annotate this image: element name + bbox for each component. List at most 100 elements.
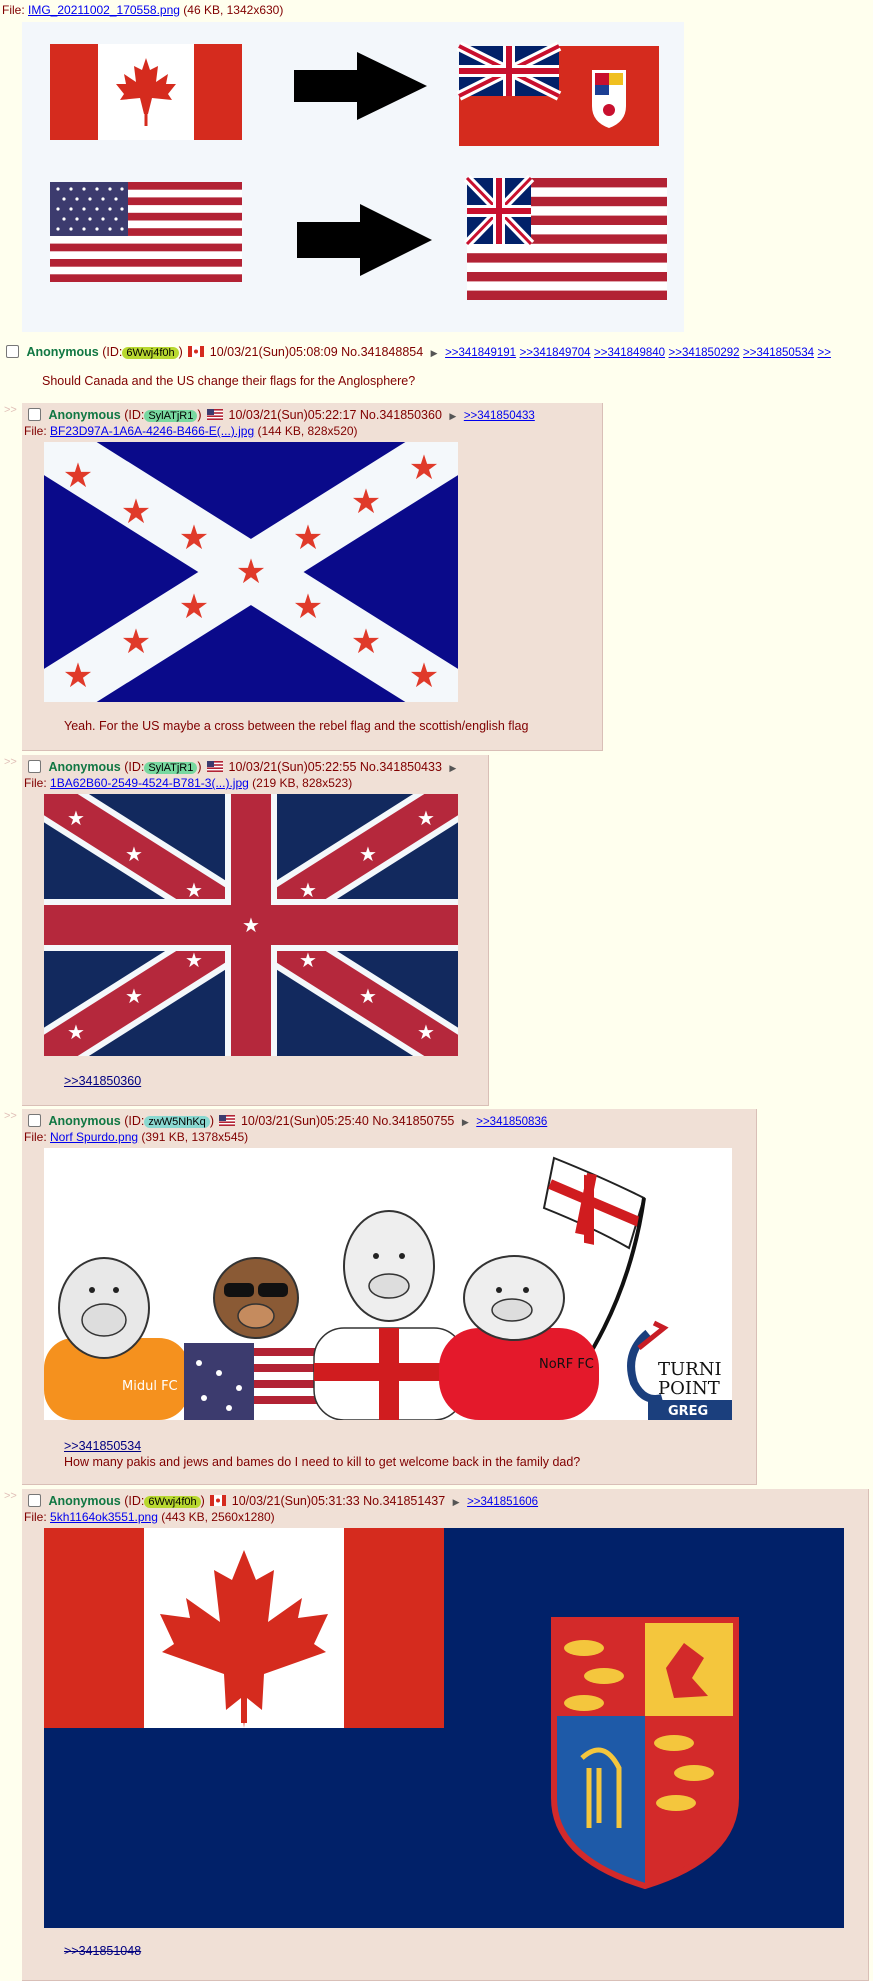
id-suffix: ): [197, 760, 202, 774]
reply-link[interactable]: >>341850534: [743, 347, 814, 359]
svg-text:★: ★: [67, 1020, 85, 1044]
reply-link[interactable]: >>341849704: [520, 347, 591, 359]
svg-text:★: ★: [236, 552, 266, 592]
svg-text:★: ★: [417, 1020, 435, 1044]
post-message: How many pakis and jews and bames do I n…: [64, 1455, 581, 1469]
post-file-info: File: BF23D97A-1A6A-4246-B466-E(...).jpg…: [24, 424, 358, 438]
poster-id[interactable]: SylATjR1: [144, 762, 198, 774]
grand-union-flag-image: [463, 174, 667, 300]
svg-text:★: ★: [351, 482, 381, 522]
menu-arrow-icon[interactable]: ▶: [449, 411, 456, 421]
post-datetime: 10/03/21(Sun)05:31:33: [231, 1494, 360, 1508]
reply-arrows: >>: [4, 1490, 17, 1502]
post-image[interactable]: Midul FC NoRF FC TURNI POINT GREG: [44, 1148, 732, 1420]
arrow-right-icon: [297, 204, 432, 276]
royal-arms-shield: [551, 1617, 739, 1890]
post-datetime: 10/03/21(Sun)05:08:09: [209, 345, 338, 359]
post-checkbox[interactable]: [28, 760, 41, 773]
post-image[interactable]: ★ ★ ★ ★ ★ ★ ★ ★ ★ ★ ★ ★ ★: [44, 794, 458, 1056]
poster-id[interactable]: 6Wwj4f0h: [144, 1496, 201, 1508]
reply-post: Anonymous (ID: SylATjR1) 10/03/21(Sun)05:…: [22, 755, 489, 1106]
svg-text:★: ★: [185, 878, 203, 902]
shirt-text: Midul FC: [122, 1379, 178, 1394]
post-number[interactable]: No.341850360: [360, 408, 442, 422]
backlink[interactable]: >>341850836: [476, 1116, 547, 1128]
poster-name: Anonymous: [48, 408, 121, 422]
post-header: Anonymous (ID: SylATjR1) 10/03/21(Sun)05:…: [28, 408, 535, 422]
svg-text:★: ★: [417, 806, 435, 830]
svg-text:★: ★: [299, 948, 317, 972]
us-flag-icon: [219, 1115, 236, 1126]
svg-text:★: ★: [299, 878, 317, 902]
op-image[interactable]: [22, 22, 684, 332]
svg-text:★: ★: [293, 587, 323, 627]
post-datetime: 10/03/21(Sun)05:25:40: [240, 1114, 369, 1128]
backlink[interactable]: >>341850433: [464, 410, 535, 422]
us-flag-icon: [207, 761, 224, 772]
post-header: Anonymous (ID: zwW5NhKq) 10/03/21(Sun)05:…: [28, 1114, 547, 1128]
id-prefix: (ID:: [102, 345, 123, 359]
reply-post: Anonymous (ID: SylATjR1) 10/03/21(Sun)05:…: [22, 403, 603, 751]
quote-link[interactable]: >>341850360: [64, 1074, 141, 1088]
quote-link[interactable]: >>341850534: [64, 1439, 141, 1453]
backlink[interactable]: >>341851606: [467, 1496, 538, 1508]
post-image[interactable]: ★ ★ ★ ★ ★ ★ ★ ★ ★ ★ ★ ★ ★: [44, 442, 458, 702]
file-link[interactable]: 1BA62B60-2549-4524-B781-3(...).jpg: [50, 776, 249, 790]
poster-id[interactable]: 6Wwj4f0h: [122, 347, 179, 359]
menu-arrow-icon[interactable]: ▶: [453, 1497, 460, 1507]
post-image[interactable]: [44, 1528, 844, 1928]
post-number[interactable]: No.341848854: [341, 345, 423, 359]
op-file-link[interactable]: IMG_20211002_170558.png: [28, 3, 180, 17]
svg-text:★: ★: [63, 456, 93, 496]
quote-link[interactable]: >>341851048: [64, 1944, 141, 1958]
file-link[interactable]: 5kh1164ok3551.png: [50, 1510, 158, 1524]
menu-arrow-icon[interactable]: ▶: [462, 1117, 469, 1127]
svg-text:★: ★: [179, 587, 209, 627]
poster-id[interactable]: zwW5NhKq: [144, 1116, 210, 1128]
canada-blue-ensign-image: [44, 1528, 844, 1928]
file-meta: (443 KB, 2560x1280): [161, 1510, 275, 1524]
logo-text: GREG: [668, 1404, 708, 1419]
us-flag-icon: [207, 409, 224, 420]
svg-text:★: ★: [121, 622, 151, 662]
menu-arrow-icon[interactable]: ▶: [431, 348, 438, 358]
post-number[interactable]: No.341850755: [372, 1114, 454, 1128]
file-label: File:: [2, 3, 25, 17]
file-link[interactable]: Norf Spurdo.png: [50, 1130, 138, 1144]
svg-text:★: ★: [125, 984, 143, 1008]
op-checkbox[interactable]: [6, 345, 19, 358]
post-checkbox[interactable]: [28, 1114, 41, 1127]
canadian-red-ensign-image: [456, 41, 659, 146]
post-datetime: 10/03/21(Sun)05:22:17: [228, 408, 357, 422]
post-quote: >>341850360: [64, 1074, 141, 1088]
svg-text:★: ★: [185, 948, 203, 972]
svg-text:★: ★: [242, 913, 260, 937]
reply-link[interactable]: >>341849191: [445, 347, 516, 359]
file-label: File:: [24, 1130, 47, 1144]
post-header: Anonymous (ID: SylATjR1) 10/03/21(Sun)05:…: [28, 760, 460, 774]
svg-text:★: ★: [359, 842, 377, 866]
file-meta: (391 KB, 1378x545): [141, 1130, 249, 1144]
union-star-flag-image: ★ ★ ★ ★ ★ ★ ★ ★ ★ ★ ★ ★ ★: [44, 794, 458, 1056]
poster-id[interactable]: SylATjR1: [144, 410, 198, 422]
poster-name: Anonymous: [48, 760, 121, 774]
reply-post: Anonymous (ID: zwW5NhKq) 10/03/21(Sun)05:…: [22, 1109, 757, 1485]
reply-link[interactable]: >>: [818, 347, 831, 359]
reply-link[interactable]: >>341849840: [594, 347, 665, 359]
post-number[interactable]: No.341850433: [360, 760, 442, 774]
reply-post: Anonymous (ID: 6Wwj4f0h) 10/03/21(Sun)05:…: [22, 1489, 869, 1981]
post-header: Anonymous (ID: 6Wwj4f0h) 10/03/21(Sun)05:…: [28, 1494, 538, 1508]
menu-arrow-icon[interactable]: ▶: [449, 763, 456, 773]
post-number[interactable]: No.341851437: [363, 1494, 445, 1508]
id-prefix: (ID:: [124, 408, 145, 422]
id-suffix: ): [200, 1494, 205, 1508]
id-suffix: ): [197, 408, 202, 422]
file-link[interactable]: BF23D97A-1A6A-4246-B466-E(...).jpg: [50, 424, 254, 438]
reply-arrows: >>: [4, 756, 17, 768]
reply-link[interactable]: >>341850292: [669, 347, 740, 359]
file-meta: (144 KB, 828x520): [257, 424, 358, 438]
poster-name: Anonymous: [26, 345, 99, 359]
post-checkbox[interactable]: [28, 1494, 41, 1507]
post-checkbox[interactable]: [28, 408, 41, 421]
post-file-info: File: 5kh1164ok3551.png (443 KB, 2560x12…: [24, 1510, 275, 1524]
